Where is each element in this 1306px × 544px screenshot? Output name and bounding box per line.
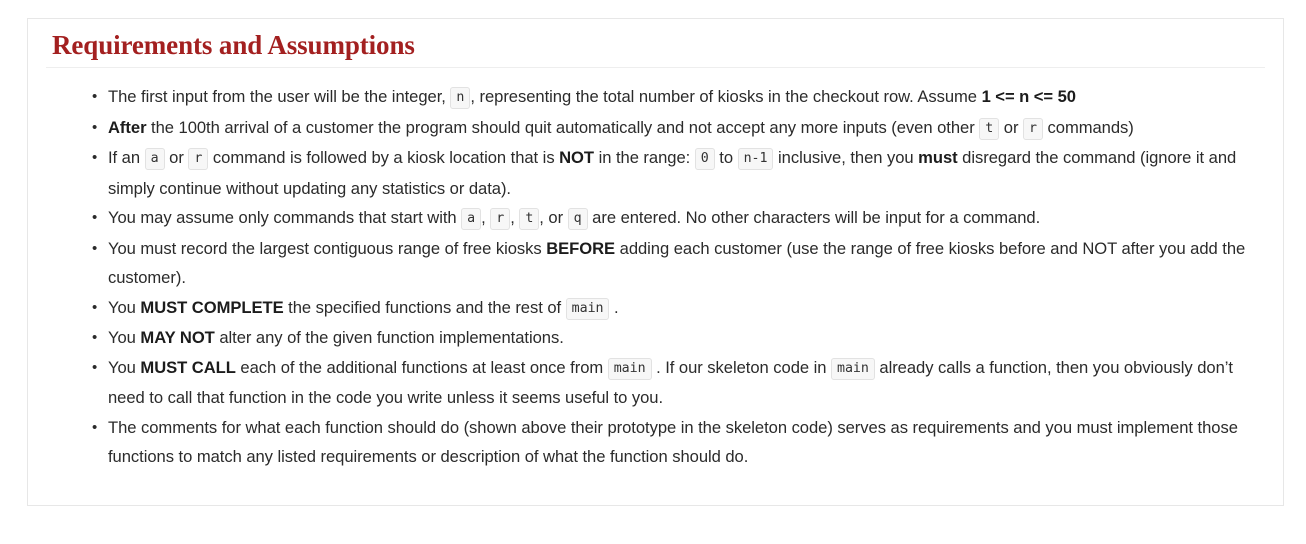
requirement-text: inclusive, then you: [773, 148, 919, 168]
requirement-text: , or: [539, 208, 568, 228]
requirement-text: The first input from the user will be th…: [108, 87, 451, 107]
requirement-item: You MUST CALL each of the additional fun…: [92, 353, 1265, 413]
requirement-text: in the range:: [594, 148, 695, 168]
emphasis-text: NOT: [559, 148, 595, 168]
inline-code: n-1: [737, 148, 774, 171]
requirement-text: alter any of the given function implemen…: [214, 328, 564, 348]
requirement-item: If an a or r command is followed by a ki…: [92, 143, 1265, 203]
page-title: Requirements and Assumptions: [46, 31, 1265, 69]
inline-code: r: [490, 208, 511, 231]
requirement-text: to: [714, 148, 738, 168]
requirement-item: The first input from the user will be th…: [92, 82, 1265, 113]
requirement-text: the specified functions and the rest of: [283, 297, 566, 317]
requirement-text: the 100th arrival of a customer the prog…: [146, 117, 980, 137]
inline-code: main: [607, 357, 652, 380]
inline-code: 0: [694, 148, 715, 171]
requirement-item: You MAY NOT alter any of the given funct…: [92, 323, 1265, 353]
requirement-item: You may assume only commands that start …: [92, 203, 1265, 234]
requirement-text: ,: [481, 208, 491, 228]
requirement-item: After the 100th arrival of a customer th…: [92, 113, 1265, 144]
requirement-text: command is followed by a kiosk location …: [208, 148, 560, 168]
inline-code: r: [1022, 117, 1043, 140]
requirements-card: Requirements and Assumptions The first i…: [27, 18, 1284, 506]
inline-code: a: [144, 148, 165, 171]
requirement-text: If an: [108, 148, 145, 168]
inline-code: t: [519, 208, 540, 231]
requirement-item: You MUST COMPLETE the specified function…: [92, 293, 1265, 324]
requirement-text: You: [108, 297, 141, 317]
requirement-text: commands): [1042, 117, 1134, 137]
requirement-text: .: [609, 297, 619, 317]
inline-code: t: [979, 117, 1000, 140]
requirement-text: You: [108, 357, 141, 377]
inline-code: r: [188, 148, 209, 171]
card-content: Requirements and Assumptions The first i…: [28, 19, 1283, 482]
requirement-text: The comments for what each function shou…: [108, 417, 1238, 467]
inline-code: q: [567, 208, 588, 231]
requirement-text: You must record the largest contiguous r…: [108, 238, 547, 258]
requirement-text: ,: [510, 208, 520, 228]
emphasis-text: MUST COMPLETE: [140, 297, 284, 317]
requirement-text: each of the additional functions at leas…: [235, 357, 608, 377]
emphasis-text: 1 <= n <= 50: [981, 87, 1076, 107]
requirement-item: You must record the largest contiguous r…: [92, 234, 1265, 293]
emphasis-text: BEFORE: [546, 238, 616, 258]
requirement-text: or: [164, 148, 189, 168]
inline-code: main: [831, 357, 875, 380]
requirement-text: You: [108, 328, 141, 348]
emphasis-text: MUST CALL: [140, 357, 236, 377]
inline-code: n: [450, 87, 471, 110]
requirement-text: , representing the total number of kiosk…: [470, 87, 982, 107]
inline-code: main: [565, 297, 610, 320]
emphasis-text: After: [108, 117, 147, 137]
requirements-list: The first input from the user will be th…: [46, 82, 1265, 472]
requirement-text: . If our skeleton code in: [651, 357, 831, 377]
inline-code: a: [461, 208, 482, 231]
requirement-item: The comments for what each function shou…: [92, 413, 1265, 472]
emphasis-text: MAY NOT: [140, 328, 215, 348]
requirement-text: are entered. No other characters will be…: [587, 208, 1041, 228]
emphasis-text: must: [918, 148, 958, 168]
requirement-text: You may assume only commands that start …: [108, 208, 462, 228]
requirement-text: or: [999, 117, 1023, 137]
